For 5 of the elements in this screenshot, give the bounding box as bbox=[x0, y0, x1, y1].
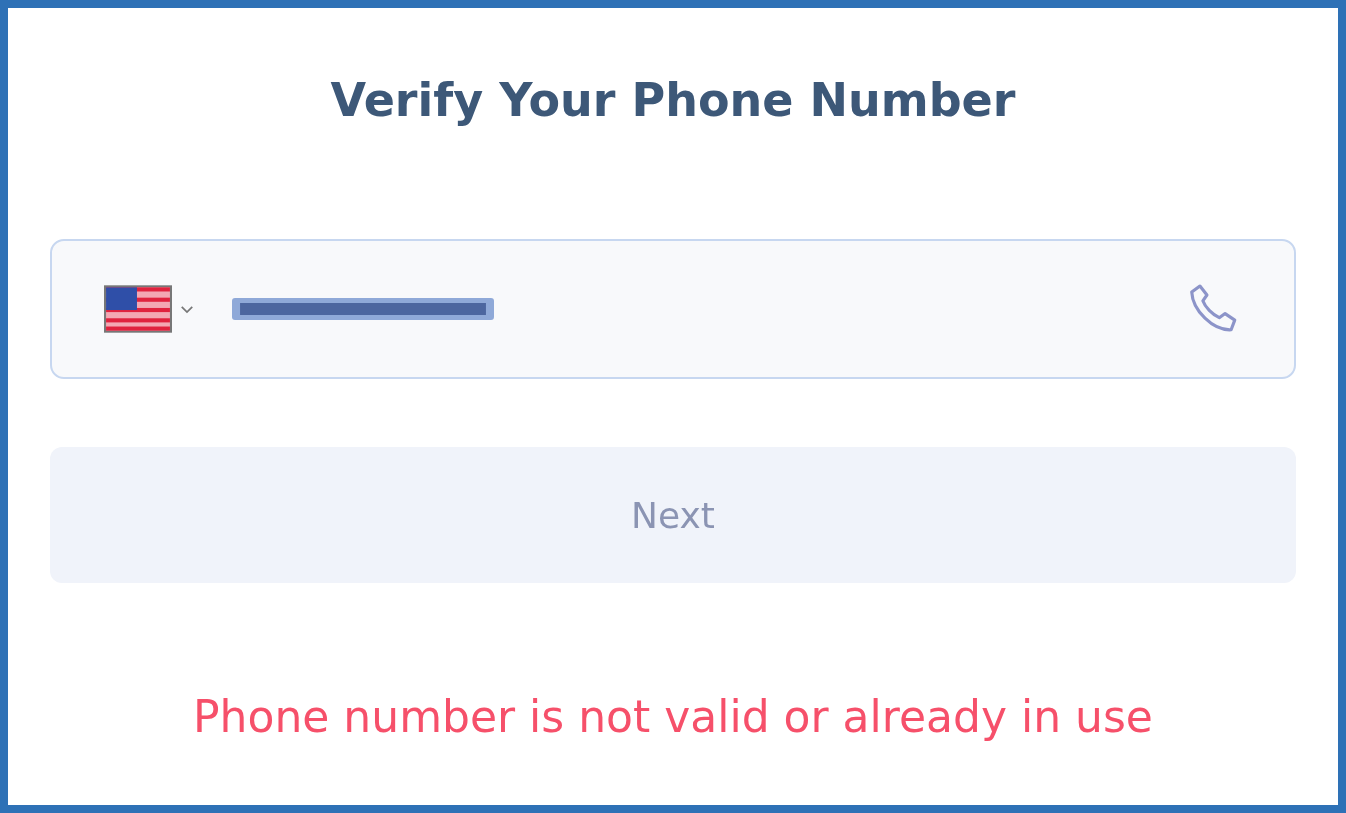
phone-field[interactable] bbox=[50, 239, 1296, 379]
page-title: Verify Your Phone Number bbox=[329, 72, 1017, 129]
error-message: Phone number is not valid or already in use bbox=[192, 691, 1154, 742]
caret-icon[interactable] bbox=[180, 304, 194, 314]
flag-icon[interactable] bbox=[104, 285, 172, 333]
